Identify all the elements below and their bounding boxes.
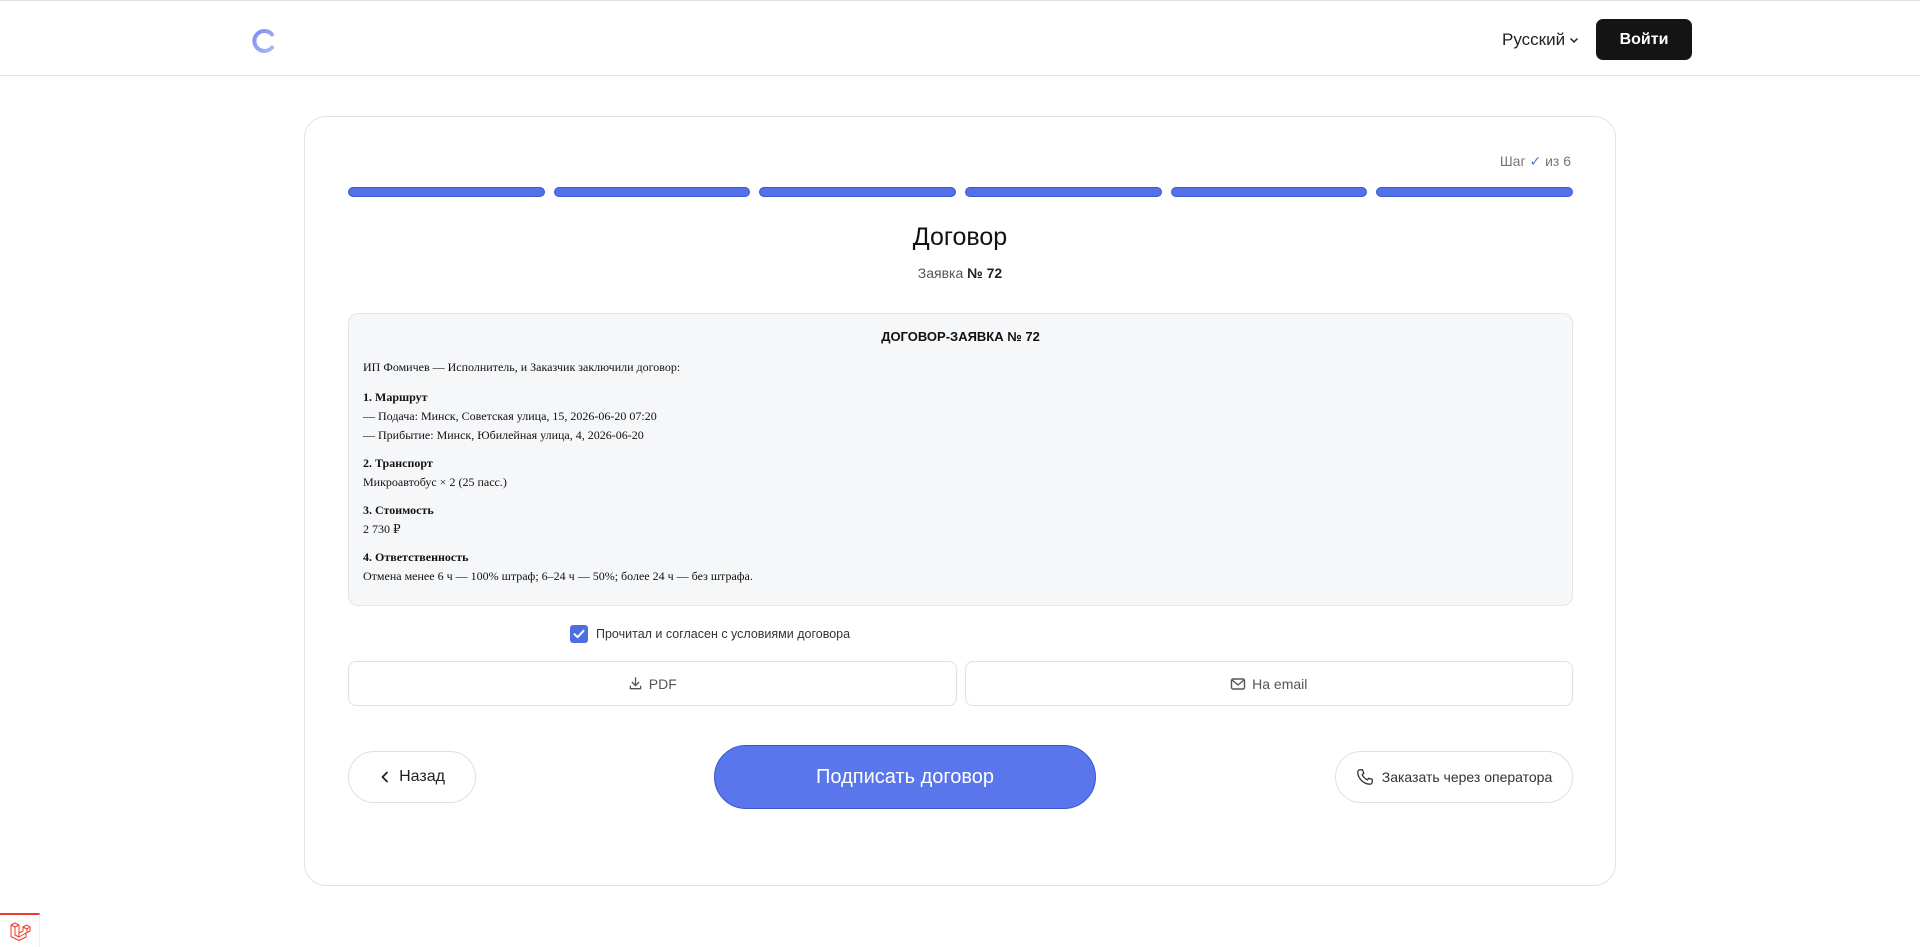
contract-step-card: Шаг ✓ из 6 Договор Заявка № 72 ДОГОВОР-З… xyxy=(304,116,1616,886)
document-actions: PDF На email xyxy=(348,661,1573,706)
checkmark-icon xyxy=(573,629,585,639)
mail-icon xyxy=(1230,677,1246,690)
section-line: 2 730 ₽ xyxy=(363,522,401,536)
order-via-operator-button[interactable]: Заказать через оператора xyxy=(1335,751,1573,803)
debugbar-toggle[interactable] xyxy=(0,913,40,947)
pdf-label: PDF xyxy=(648,675,677,692)
agreement-row[interactable]: Прочитал и согласен с условиями договора xyxy=(570,625,850,643)
language-label: Русский xyxy=(1502,30,1566,49)
logo-icon[interactable] xyxy=(250,27,278,55)
sign-label: Подписать договор xyxy=(816,765,994,788)
contract-section: 3. Стоимость 2 730 ₽ xyxy=(363,501,1558,539)
progress-bar xyxy=(348,187,1574,197)
page-title: Договор xyxy=(912,223,1008,251)
progress-segment xyxy=(759,187,957,197)
top-header: Русский Войти xyxy=(0,0,1920,76)
back-label: Назад xyxy=(399,768,445,785)
contract-text-box[interactable]: ДОГОВОР-ЗАЯВКА № 72 ИП Фомичев — Исполни… xyxy=(348,313,1573,606)
step-indicator: Шаг ✓ из 6 xyxy=(1500,153,1571,170)
progress-segment xyxy=(1170,187,1368,197)
section-line: Отмена менее 6 ч — 100% штраф; 6–24 ч — … xyxy=(363,569,753,583)
contract-heading: ДОГОВОР-ЗАЯВКА № 72 xyxy=(881,329,1040,344)
step-current: ✓ xyxy=(1529,153,1542,169)
chevron-down-icon xyxy=(1570,37,1579,44)
email-label: На email xyxy=(1252,675,1308,692)
chevron-left-icon xyxy=(381,771,388,783)
agreement-label: Прочитал и согласен с условиями договора xyxy=(596,627,851,641)
section-title: 3. Стоимость xyxy=(363,503,434,517)
login-button[interactable]: Войти xyxy=(1596,19,1692,60)
contract-intro: ИП Фомичев — Исполнитель, и Заказчик зак… xyxy=(363,360,681,374)
contract-section: 1. Маршрут — Подача: Минск, Советская ул… xyxy=(363,388,1558,445)
contract-section: 4. Ответственность Отмена менее 6 ч — 10… xyxy=(363,548,1558,586)
section-line: — Прибытие: Минск, Юбилейная улица, 4, 2… xyxy=(363,428,644,442)
contract-section: 2. Транспорт Микроавтобус × 2 (25 пасс.) xyxy=(363,454,1558,492)
progress-segment xyxy=(553,187,751,197)
operator-label: Заказать через оператора xyxy=(1381,769,1553,785)
download-icon xyxy=(629,677,642,690)
section-line: Микроавтобус × 2 (25 пасс.) xyxy=(363,475,507,489)
progress-segment xyxy=(965,187,1162,197)
progress-segment xyxy=(1376,187,1574,197)
section-title: 2. Транспорт xyxy=(363,456,433,470)
order-number: № 72 xyxy=(967,265,1003,281)
progress-segment xyxy=(348,187,545,197)
subtitle-prefix: Заявка xyxy=(917,265,964,281)
step-suffix: из 6 xyxy=(1545,153,1571,169)
laravel-icon xyxy=(10,922,30,941)
back-button[interactable]: Назад xyxy=(348,751,476,803)
agreement-checkbox[interactable] xyxy=(570,625,588,643)
page-subtitle: Заявка № 72 xyxy=(305,265,1615,281)
download-pdf-button[interactable]: PDF xyxy=(348,661,957,706)
phone-icon xyxy=(1356,769,1373,785)
send-email-button[interactable]: На email xyxy=(964,661,1573,706)
language-selector[interactable]: Русский xyxy=(1502,25,1580,55)
section-title: 1. Маршрут xyxy=(363,390,428,404)
section-title: 4. Ответственность xyxy=(363,550,469,564)
sign-contract-button[interactable]: Подписать договор xyxy=(714,745,1096,809)
step-prefix: Шаг xyxy=(1499,153,1526,169)
section-line: — Подача: Минск, Советская улица, 15, 20… xyxy=(363,409,657,423)
